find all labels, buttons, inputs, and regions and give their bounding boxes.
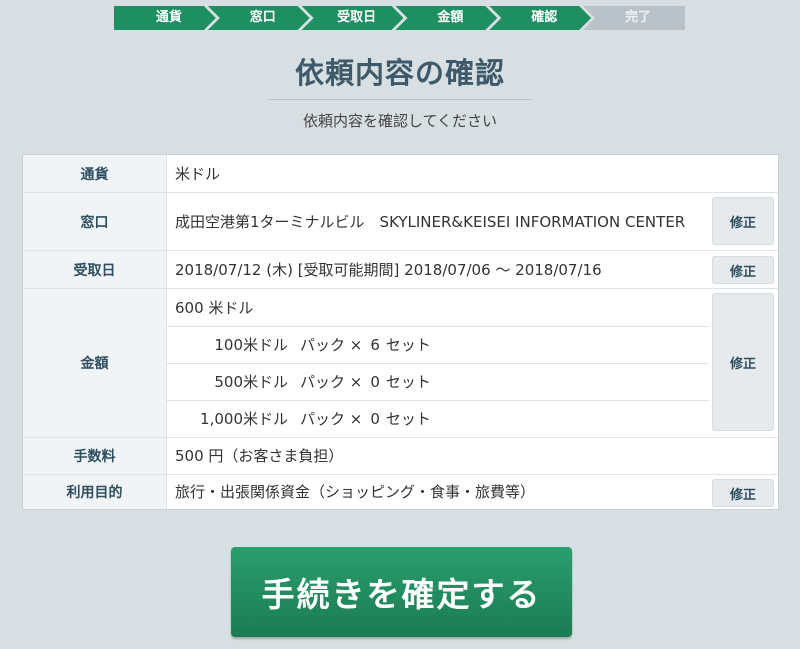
edit-purpose-button[interactable]: 修正 — [712, 479, 774, 507]
row-label: 手数料 — [23, 438, 167, 474]
edit-date-button[interactable]: 修正 — [712, 256, 774, 284]
row-currency: 通貨 米ドル — [23, 155, 778, 193]
row-purpose: 利用目的 旅行・出張関係資金（ショッピング・食事・旅費等） 修正 — [23, 475, 778, 509]
confirm-procedure-button[interactable]: 手続きを確定する — [231, 547, 572, 637]
step-complete: 完了 — [583, 6, 685, 30]
edit-amount-button[interactable]: 修正 — [712, 293, 774, 431]
row-label: 窓口 — [23, 193, 167, 250]
edit-branch-button[interactable]: 修正 — [712, 197, 774, 245]
progress-steps: 通貨 窓口 受取日 金額 確認 完了 — [114, 6, 685, 30]
row-value: 2018/07/12 (木) [受取可能期間] 2018/07/06 〜 201… — [175, 260, 602, 279]
row-date: 受取日 2018/07/12 (木) [受取可能期間] 2018/07/06 〜… — [23, 251, 778, 289]
title-divider — [268, 99, 532, 100]
page-title: 依頼内容の確認 — [294, 56, 505, 90]
step-branch: 窓口 — [208, 6, 310, 30]
amount-total: 600 米ドル — [166, 289, 709, 327]
row-value: 成田空港第1ターミナルビル SKYLINER&KEISEI INFORMATIO… — [175, 212, 686, 231]
pack-row: 1,000米ドル パック × 0 セット — [200, 409, 431, 429]
confirmation-table: 通貨 米ドル 窓口 成田空港第1ターミナルビル SKYLINER&KEISEI … — [22, 154, 779, 510]
row-branch: 窓口 成田空港第1ターミナルビル SKYLINER&KEISEI INFORMA… — [23, 193, 778, 251]
step-amount: 金額 — [395, 6, 497, 30]
row-label: 受取日 — [23, 251, 167, 288]
pack-row: 500米ドル パック × 0 セット — [166, 363, 709, 401]
row-value: 500 円（お客さま負担） — [175, 447, 344, 465]
step-confirm: 確認 — [489, 6, 591, 30]
page-subtitle: 依頼内容を確認してください — [302, 112, 498, 130]
step-date: 受取日 — [302, 6, 404, 30]
row-label: 金額 — [23, 289, 167, 437]
row-amount: 金額 600 米ドル 100米ドル パック × 6 セット 500米ドル パック… — [23, 289, 778, 438]
row-label: 通貨 — [23, 155, 167, 192]
row-fee: 手数料 500 円（お客さま負担） — [23, 438, 778, 475]
row-value: 米ドル — [175, 164, 221, 183]
row-label: 利用目的 — [23, 475, 167, 509]
row-value: 旅行・出張関係資金（ショッピング・食事・旅費等） — [175, 483, 536, 501]
pack-row: 100米ドル パック × 6 セット — [166, 326, 709, 364]
step-currency: 通貨 — [114, 6, 216, 30]
